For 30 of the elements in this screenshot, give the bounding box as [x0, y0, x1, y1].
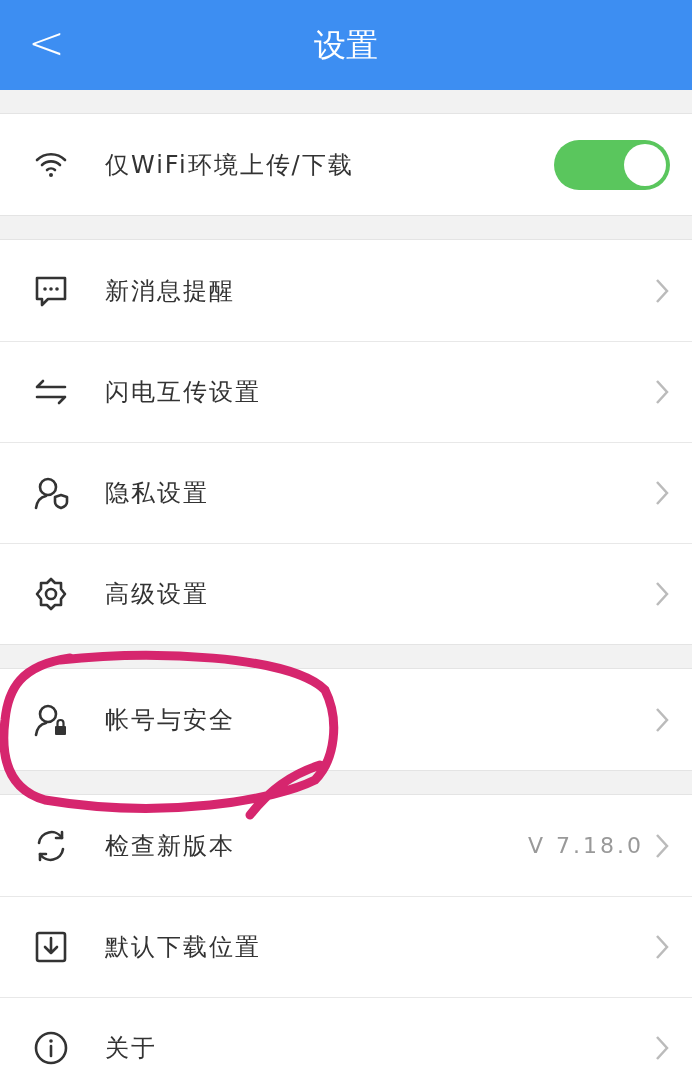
chevron-icon — [654, 378, 670, 406]
row-label: 检查新版本 — [105, 830, 236, 862]
row-label: 新消息提醒 — [105, 275, 236, 307]
download-icon — [33, 929, 69, 965]
settings-row[interactable]: 帐号与安全 — [0, 669, 692, 770]
row-label: 关于 — [105, 1033, 158, 1064]
row-label: 帐号与安全 — [105, 704, 236, 736]
chevron-icon — [654, 1034, 670, 1062]
settings-row[interactable]: 仅WiFi环境上传/下载 — [0, 114, 692, 215]
chevron-icon — [654, 580, 670, 608]
row-label: 闪电互传设置 — [105, 377, 262, 408]
row-label: 高级设置 — [105, 579, 210, 610]
row-label: 隐私设置 — [105, 478, 210, 509]
chevron-icon — [654, 479, 670, 507]
privacy-icon — [33, 475, 69, 511]
toggle-switch[interactable] — [554, 139, 670, 190]
settings-row[interactable]: 高级设置 — [0, 543, 692, 644]
row-label: 仅WiFi环境上传/下载 — [105, 149, 355, 181]
row-label: 默认下载位置 — [105, 932, 262, 963]
info-icon — [33, 1030, 69, 1066]
settings-row[interactable]: 新消息提醒 — [0, 240, 692, 341]
settings-row[interactable]: 默认下载位置 — [0, 896, 692, 997]
settings-row[interactable]: 闪电互传设置 — [0, 341, 692, 442]
settings-row[interactable]: 检查新版本 V 7.18.0 — [0, 795, 692, 896]
chevron-icon — [654, 933, 670, 961]
settings-row[interactable]: 隐私设置 — [0, 442, 692, 543]
settings-row[interactable]: 关于 — [0, 997, 692, 1087]
version-text: V 7.18.0 — [527, 832, 644, 860]
settings-icon — [33, 576, 69, 612]
page-title: 设置 — [314, 25, 378, 66]
